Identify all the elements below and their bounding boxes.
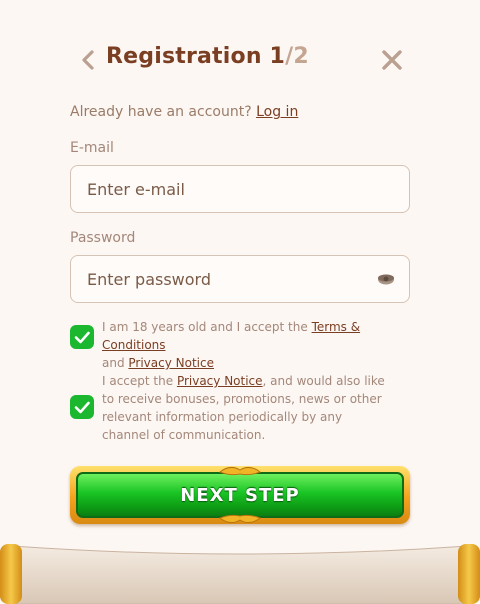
password-field[interactable] bbox=[71, 256, 409, 302]
registration-panel: Registration 1/2 Already have an account… bbox=[0, 0, 480, 604]
back-button[interactable] bbox=[78, 48, 98, 72]
password-field-wrapper bbox=[70, 255, 410, 303]
next-step-button[interactable]: NEXT STEP bbox=[70, 466, 410, 524]
chevron-left-icon bbox=[82, 50, 94, 70]
marketing-consent-checkbox[interactable] bbox=[70, 395, 94, 419]
next-step-label: NEXT STEP bbox=[180, 484, 300, 506]
login-link[interactable]: Log in bbox=[256, 104, 298, 120]
title-total: 2 bbox=[293, 44, 309, 69]
age-consent-row: I am 18 years old and I accept the Terms… bbox=[70, 320, 410, 370]
checkmark-icon bbox=[74, 331, 90, 344]
show-password-button[interactable] bbox=[377, 270, 395, 288]
close-icon bbox=[382, 50, 402, 70]
eye-icon bbox=[378, 274, 394, 285]
checkmark-icon bbox=[74, 401, 90, 414]
email-field[interactable] bbox=[71, 166, 409, 212]
close-button[interactable] bbox=[380, 48, 404, 72]
login-prompt-text: Already have an account? bbox=[70, 104, 252, 120]
scroll-decoration bbox=[0, 544, 480, 604]
age-consent-text: I am 18 years old and I accept the Terms… bbox=[102, 318, 402, 372]
marketing-consent-row: I accept the Privacy Notice, and would a… bbox=[70, 372, 410, 446]
privacy-link-2[interactable]: Privacy Notice bbox=[177, 374, 263, 388]
login-prompt: Already have an account? Log in bbox=[70, 104, 298, 120]
marketing-consent-before: I accept the bbox=[102, 374, 177, 388]
age-consent-before: I am 18 years old and I accept the bbox=[102, 320, 312, 334]
age-consent-checkbox[interactable] bbox=[70, 325, 94, 349]
email-field-wrapper bbox=[70, 165, 410, 213]
age-consent-mid: and bbox=[102, 356, 129, 370]
privacy-link-1[interactable]: Privacy Notice bbox=[128, 356, 214, 370]
marketing-consent-text: I accept the Privacy Notice, and would a… bbox=[102, 372, 392, 444]
password-label: Password bbox=[70, 230, 136, 246]
title-main: Registration 1 bbox=[106, 44, 286, 69]
email-label: E-mail bbox=[70, 140, 114, 156]
page-title: Registration 1/2 bbox=[106, 44, 309, 69]
header: Registration 1/2 bbox=[0, 40, 480, 80]
